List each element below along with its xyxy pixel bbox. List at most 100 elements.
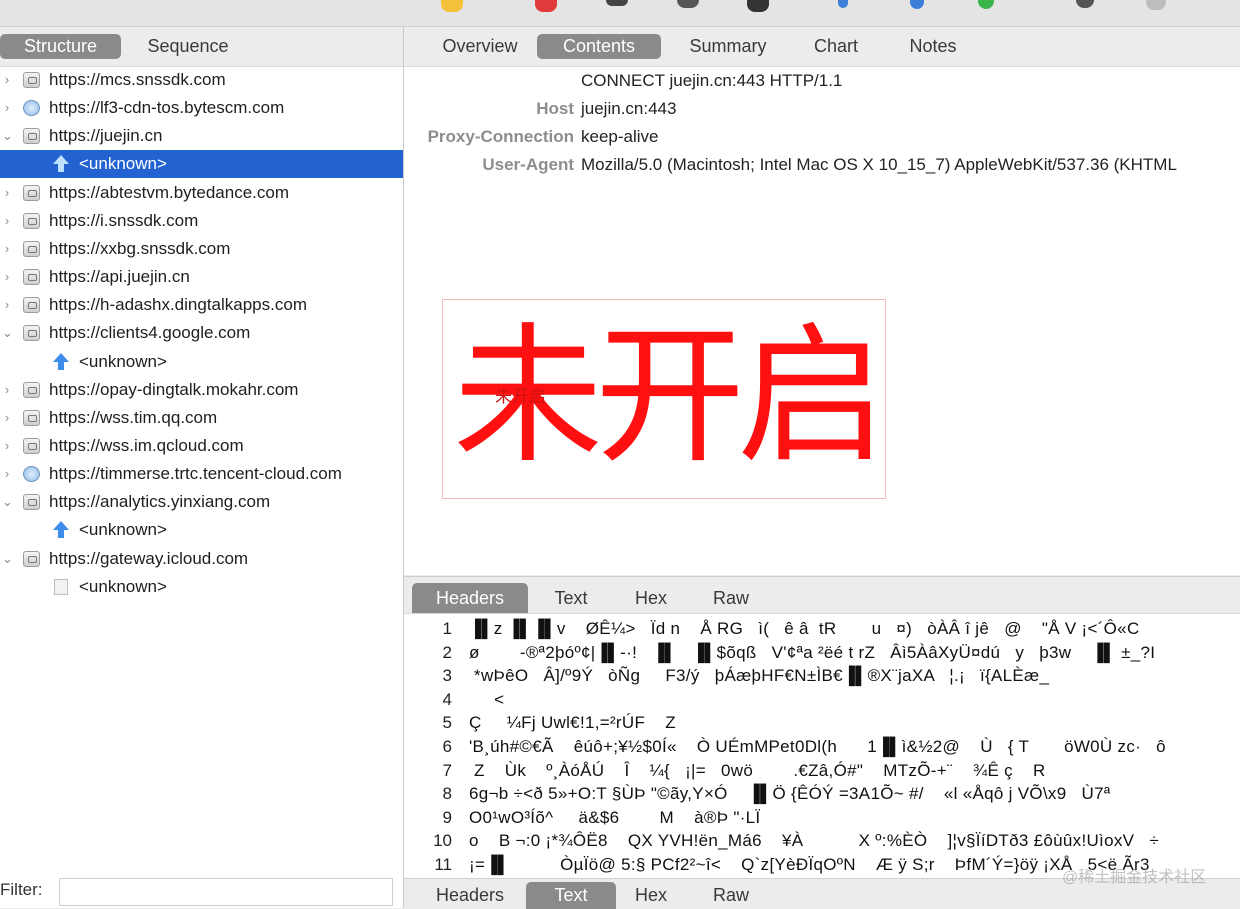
tab-bottom-raw[interactable]: Raw: [694, 882, 768, 909]
tree-host-item[interactable]: ⌄ https://juejin.cn: [0, 122, 403, 150]
validate-icon[interactable]: [978, 0, 994, 9]
record-icon[interactable]: [535, 0, 557, 12]
tree-host-item[interactable]: › https://wss.im.qcloud.com: [0, 432, 403, 460]
chevron-right-icon[interactable]: ›: [2, 207, 12, 235]
lock-icon: [23, 325, 40, 341]
tree-host-item[interactable]: ⌄ https://gateway.icloud.com: [0, 545, 403, 573]
toolbar: [0, 0, 1240, 27]
chevron-right-icon[interactable]: ›: [2, 376, 12, 404]
line-number: 9: [442, 808, 452, 827]
tab-response-text[interactable]: Text: [534, 583, 608, 614]
chevron-right-icon[interactable]: ›: [2, 404, 12, 432]
chevron-right-icon[interactable]: ›: [2, 66, 12, 94]
chevron-right-icon[interactable]: ›: [2, 179, 12, 207]
tree-host-item[interactable]: ⌄ https://analytics.yinxiang.com: [0, 488, 403, 516]
line-number: 8: [442, 784, 452, 803]
tab-response-raw[interactable]: Raw: [694, 583, 768, 614]
header-key: Proxy-Connection: [427, 127, 574, 146]
tree-item-label: https://wss.tim.qq.com: [49, 408, 218, 427]
line-number: 5: [442, 713, 452, 732]
lock-icon: [23, 410, 40, 426]
tab-bottom-headers[interactable]: Headers: [412, 882, 528, 909]
response-line: 'B¸úh#©€Ã êúô+;¥½$0Í« Ò UÉmMPet0Dl(h 1▐▌…: [469, 737, 1166, 756]
lock-icon: [23, 438, 40, 454]
line-number: 6: [442, 737, 452, 756]
tab-overview[interactable]: Overview: [420, 34, 540, 59]
tree-child-item[interactable]: <unknown>: [0, 348, 403, 376]
chevron-right-icon[interactable]: ›: [2, 291, 12, 319]
header-key: User-Agent: [482, 155, 574, 174]
tab-contents[interactable]: Contents: [537, 34, 661, 59]
tab-response-hex[interactable]: Hex: [614, 583, 688, 614]
tree-host-item[interactable]: › https://i.snssdk.com: [0, 207, 403, 235]
tree-item-label: <unknown>: [79, 154, 167, 173]
upload-arrow-icon: [53, 521, 70, 539]
annotation-overlay: 未开启 未开启: [442, 299, 887, 499]
lock-icon: [23, 269, 40, 285]
response-tab-bar: Headers Text Hex Raw: [404, 576, 1240, 614]
tab-chart[interactable]: Chart: [794, 34, 878, 59]
response-line: *wÞêO Â]/º9Ý òÑg F3/ý þÁæþHF€N±ÌB€▐▌®X¨j…: [469, 666, 1050, 685]
tree-host-item[interactable]: › https://api.juejin.cn: [0, 263, 403, 291]
chevron-down-icon[interactable]: ⌄: [2, 488, 13, 516]
tab-sequence[interactable]: Sequence: [128, 34, 248, 59]
line-number: 1: [442, 619, 452, 638]
tree-item-label: https://abtestvm.bytedance.com: [49, 183, 290, 202]
tree-host-item[interactable]: › https://abtestvm.bytedance.com: [0, 179, 403, 207]
tree-host-item[interactable]: › https://xxbg.snssdk.com: [0, 235, 403, 263]
tree-host-item[interactable]: ⌄ https://clients4.google.com: [0, 319, 403, 347]
header-row-host: Host juejin.cn:443: [404, 95, 1240, 123]
line-number: 10: [433, 831, 452, 850]
chevron-right-icon[interactable]: ›: [2, 235, 12, 263]
response-line: ▐▌z ▐▌▐▌v ØÊ¼> Ïd n Å RG ì( ê â tR u ¤) …: [469, 619, 1140, 638]
response-line: Ç ¼Fj Uwl€!1,=²rÚF Z: [469, 713, 676, 732]
tree-item-label: https://timmerse.trtc.tencent-cloud.com: [49, 464, 342, 483]
clear-icon[interactable]: [606, 0, 628, 6]
tree-host-item[interactable]: › https://opay-dingtalk.mokahr.com: [0, 376, 403, 404]
tab-bottom-hex[interactable]: Hex: [614, 882, 688, 909]
line-number: 2: [442, 643, 452, 662]
tab-summary[interactable]: Summary: [669, 34, 787, 59]
chevron-right-icon[interactable]: ›: [2, 432, 12, 460]
tree-item-label: https://i.snssdk.com: [49, 211, 199, 230]
header-value: keep-alive: [581, 127, 659, 146]
tree-host-item[interactable]: › https://timmerse.trtc.tencent-cloud.com: [0, 460, 403, 488]
tree-item-label: https://opay-dingtalk.mokahr.com: [49, 380, 299, 399]
response-body[interactable]: 1 ▐▌z ▐▌▐▌v ØÊ¼> Ïd n Å RG ì( ê â tR u ¤)…: [404, 613, 1240, 878]
tree-child-item[interactable]: <unknown>: [0, 150, 403, 178]
breakpoint-icon[interactable]: [747, 0, 769, 12]
tree-child-item[interactable]: <unknown>: [0, 516, 403, 544]
toolbar-spotlight-icon[interactable]: [441, 0, 463, 12]
tree-host-item[interactable]: › https://mcs.snssdk.com: [0, 66, 403, 94]
compose-icon[interactable]: [838, 0, 848, 8]
structure-pane: Structure Sequence › https://mcs.snssdk.c…: [0, 27, 404, 908]
chevron-down-icon[interactable]: ⌄: [2, 122, 13, 150]
chevron-down-icon[interactable]: ⌄: [2, 545, 13, 573]
tree-item-label: https://h-adashx.dingtalkapps.com: [49, 295, 307, 314]
tools-icon[interactable]: [1076, 0, 1094, 8]
repeat-icon[interactable]: [910, 0, 924, 9]
tree-item-label: https://wss.im.qcloud.com: [49, 436, 244, 455]
settings-icon[interactable]: [1146, 0, 1166, 10]
throttle-icon[interactable]: [677, 0, 699, 8]
filter-input[interactable]: [59, 878, 393, 906]
lock-icon: [23, 382, 40, 398]
tree-host-item[interactable]: › https://wss.tim.qq.com: [0, 404, 403, 432]
tab-notes[interactable]: Notes: [889, 34, 977, 59]
tree-host-item[interactable]: › https://lf3-cdn-tos.bytescm.com: [0, 94, 403, 122]
upload-arrow-icon: [53, 155, 70, 173]
chevron-right-icon[interactable]: ›: [2, 94, 12, 122]
header-value: juejin.cn:443: [581, 99, 677, 118]
upload-arrow-icon: [53, 353, 70, 371]
tab-structure[interactable]: Structure: [0, 34, 121, 59]
tab-response-headers[interactable]: Headers: [412, 583, 528, 614]
tree-host-item[interactable]: › https://h-adashx.dingtalkapps.com: [0, 291, 403, 319]
header-row-user-agent: User-Agent Mozilla/5.0 (Macintosh; Intel…: [404, 151, 1240, 179]
tab-bottom-text[interactable]: Text: [526, 882, 616, 909]
chevron-down-icon[interactable]: ⌄: [2, 319, 13, 347]
chevron-right-icon[interactable]: ›: [2, 263, 12, 291]
header-row-proxy-connection: Proxy-Connection keep-alive: [404, 123, 1240, 151]
response-line: ¡=▐▌ ÒµÏö@ 5:§ PCf2²~î< Q`z[YèÐÏqOºN Æ ÿ…: [469, 855, 1150, 874]
chevron-right-icon[interactable]: ›: [2, 460, 12, 488]
tree-child-item[interactable]: <unknown>: [0, 573, 403, 601]
